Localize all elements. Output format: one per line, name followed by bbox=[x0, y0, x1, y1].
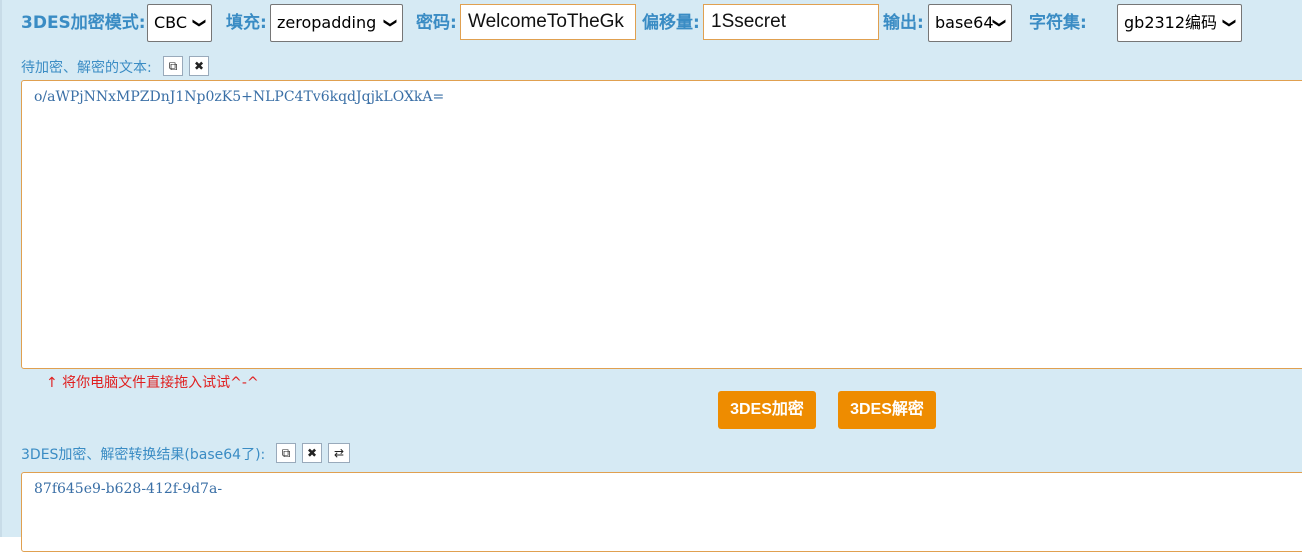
chevron-down-icon: ❯ bbox=[191, 17, 207, 29]
padding-select[interactable]: zeropadding ❯ bbox=[270, 4, 403, 42]
padding-select-value: zeropadding bbox=[277, 13, 377, 32]
chevron-down-icon: ❯ bbox=[382, 17, 398, 29]
padding-label: 填充: bbox=[226, 13, 267, 33]
input-textarea[interactable]: o/aWPjNNxMPZDnJ1Np0zK5+NLPC4Tv6kqdJqjkLO… bbox=[21, 80, 1302, 369]
mode-label: 3DES加密模式: bbox=[21, 13, 146, 33]
input-label: 待加密、解密的文本: bbox=[21, 60, 152, 76]
drag-hint: ↑ 将你电脑文件直接拖入试试^-^ bbox=[46, 375, 259, 391]
copy-icon: ⧉ bbox=[281, 446, 291, 460]
chevron-down-icon: ❯ bbox=[991, 17, 1007, 29]
offset-label: 偏移量: bbox=[642, 13, 700, 33]
clear-input-button[interactable]: ✖ bbox=[189, 56, 209, 76]
offset-input[interactable]: 1Ssecret bbox=[703, 4, 879, 40]
output-select[interactable]: base64 ❯ bbox=[928, 4, 1012, 42]
clear-output-button[interactable]: ✖ bbox=[302, 443, 322, 463]
close-icon: ✖ bbox=[306, 446, 318, 460]
decrypt-button[interactable]: 3DES解密 bbox=[838, 391, 936, 429]
copy-icon: ⧉ bbox=[168, 59, 178, 73]
des-tool-panel: 3DES加密模式: CBC ❯ 填充: zeropadding ❯ 密码: We… bbox=[0, 0, 1302, 552]
output-textarea[interactable]: 87f645e9-b628-412f-9d7a- bbox=[21, 472, 1302, 552]
encrypt-button[interactable]: 3DES加密 bbox=[718, 391, 816, 429]
output-result-label: 3DES加密、解密转换结果(base64了): bbox=[21, 447, 266, 463]
mode-select[interactable]: CBC ❯ bbox=[147, 4, 212, 42]
chevron-down-icon: ❯ bbox=[1221, 17, 1237, 29]
charset-label: 字符集: bbox=[1029, 13, 1087, 33]
close-icon: ✖ bbox=[193, 59, 205, 73]
charset-select-value: gb2312编码 bbox=[1124, 13, 1218, 32]
swap-icon: ⇄ bbox=[333, 446, 345, 460]
output-label: 输出: bbox=[883, 13, 924, 33]
charset-select[interactable]: gb2312编码 ❯ bbox=[1117, 4, 1242, 42]
password-input[interactable]: WelcomeToTheGk bbox=[460, 4, 636, 40]
copy-input-button[interactable]: ⧉ bbox=[163, 56, 183, 76]
swap-button[interactable]: ⇄ bbox=[328, 443, 350, 463]
copy-output-button[interactable]: ⧉ bbox=[276, 443, 296, 463]
password-label: 密码: bbox=[416, 13, 457, 33]
